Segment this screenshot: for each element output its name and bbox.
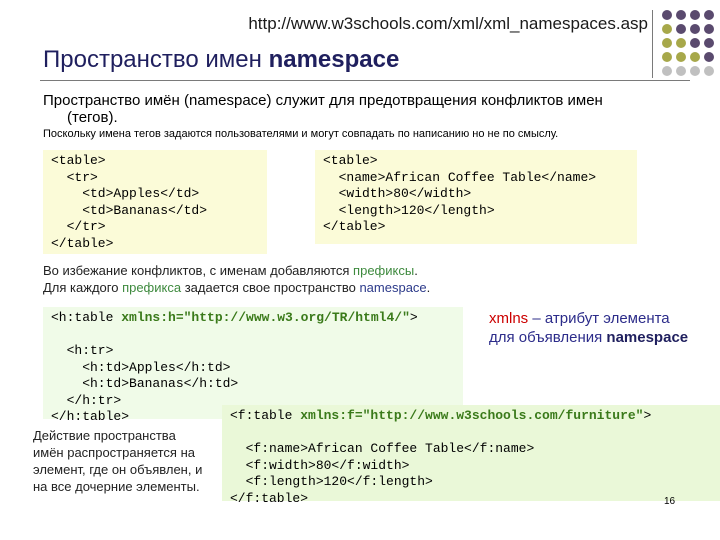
code-line: </h:tr> (51, 392, 122, 408)
prefix-note-line-2: Для каждого префикса задается свое прост… (43, 279, 430, 296)
xmlns-attribute: xmlns:f="http://www.w3schools.com/furnit… (300, 408, 644, 423)
decorative-dot (662, 66, 672, 76)
code-line: <f:length>120</f:length> (230, 474, 433, 489)
code-line: <name>African Coffee Table</name> (323, 169, 597, 185)
decorative-dot (704, 10, 714, 20)
header-horizontal-divider (40, 80, 690, 81)
decorative-dot (676, 38, 686, 48)
prefix-keyword: префикса (122, 280, 182, 295)
title-bold: namespace (268, 46, 400, 73)
decorative-dot (662, 38, 672, 48)
prefix-note-text: . (426, 280, 431, 295)
title-normal: Пространство имен (43, 46, 269, 73)
decorative-dot (662, 10, 672, 20)
decorative-dot (704, 52, 714, 62)
code-line: <h:table xmlns:h="http://www.w3.org/TR/h… (51, 310, 418, 325)
decorative-dot (704, 24, 714, 34)
decorative-dot (662, 24, 672, 34)
code-line: </table> (51, 235, 114, 251)
code-token: <f:table (230, 408, 301, 423)
decorative-dot (690, 24, 700, 34)
intro-text-2: (тегов). (67, 109, 118, 126)
xmlns-note: xmlns – атрибут элемента для объявления … (489, 309, 689, 347)
code-line: <width>80</width> (323, 186, 472, 201)
code-line: </tr> (51, 219, 106, 234)
code-line: <td>Bananas</td> (51, 202, 208, 218)
code-line: <h:tr> (51, 343, 114, 358)
code-line: <h:td>Bananas</h:td> (51, 376, 239, 391)
code-line: <length>120</length> (323, 202, 495, 218)
code-line: <f:table xmlns:f="http://www.w3schools.c… (230, 408, 712, 425)
code-line: <h:td>Apples</h:td> (51, 359, 231, 375)
code-line: </table> (323, 219, 386, 234)
code-block-h-prefix: <h:table xmlns:h="http://www.w3.org/TR/h… (43, 307, 463, 424)
decorative-dot (662, 52, 672, 62)
decorative-dot (704, 66, 714, 76)
code-line: <table> (323, 153, 378, 168)
decorative-dot (704, 38, 714, 48)
decorative-dot-grid (662, 10, 716, 78)
scope-note: Действие пространства имён распространяе… (33, 428, 203, 494)
decorative-dot (690, 10, 700, 20)
decorative-dot (690, 38, 700, 48)
code-line: </h:table> (51, 409, 130, 424)
prefix-keyword: префиксы (353, 263, 415, 278)
namespace-keyword: namespace (359, 280, 427, 295)
code-line: </f:table> (230, 490, 309, 506)
code-block-f-prefix: <f:table xmlns:f="http://www.w3schools.c… (222, 405, 720, 506)
prefix-note-text: . (414, 263, 418, 278)
prefix-note-text: Во избежание конфликтов, с именам добавл… (43, 263, 354, 278)
prefix-note-line-1: Во избежание конфликтов, с именам добавл… (43, 262, 430, 279)
decorative-dot (676, 52, 686, 62)
decorative-dot (676, 24, 686, 34)
code-token: > (409, 310, 418, 325)
slide-title: Пространство имен namespace (43, 46, 399, 74)
code-line: <tr> (51, 169, 98, 185)
intro-text-1: (namespace) служит для предотвращения ко… (179, 92, 603, 109)
prefix-note: Во избежание конфликтов, с именам добавл… (43, 262, 430, 296)
decorative-dot (676, 66, 686, 76)
code-line: <f:name>African Coffee Table</f:name> (230, 441, 535, 456)
code-block-table-html: <table> <tr> <td>Apples</td> <td>Bananas… (43, 150, 267, 254)
xmlns-keyword: xmlns (489, 310, 529, 327)
prefix-note-text: Для каждого (43, 280, 123, 295)
header-vertical-divider (652, 10, 653, 78)
code-token: <h:table (51, 310, 122, 325)
code-line: <f:width>80</f:width> (230, 457, 410, 473)
decorative-dot (690, 66, 700, 76)
source-url: http://www.w3schools.com/xml/xml_namespa… (248, 14, 648, 33)
page-number: 16 (664, 496, 676, 507)
xmlns-attribute: xmlns:h="http://www.w3.org/TR/html4/" (121, 310, 410, 325)
intro-small-note: Поскольку имена тегов задаются пользоват… (43, 128, 559, 140)
code-line: <td>Apples</td> (51, 186, 200, 201)
decorative-dot (690, 52, 700, 62)
namespace-keyword: namespace (606, 329, 689, 346)
intro-paragraph: Пространство имён (namespace) служит для… (43, 92, 663, 126)
code-token: > (643, 408, 652, 423)
code-block-table-furniture: <table> <name>African Coffee Table</name… (315, 150, 637, 244)
intro-bold-lead: Пространство имён (43, 92, 180, 109)
code-line: <table> (51, 153, 106, 168)
prefix-note-text: задается свое пространство (181, 280, 360, 295)
decorative-dot (676, 10, 686, 20)
